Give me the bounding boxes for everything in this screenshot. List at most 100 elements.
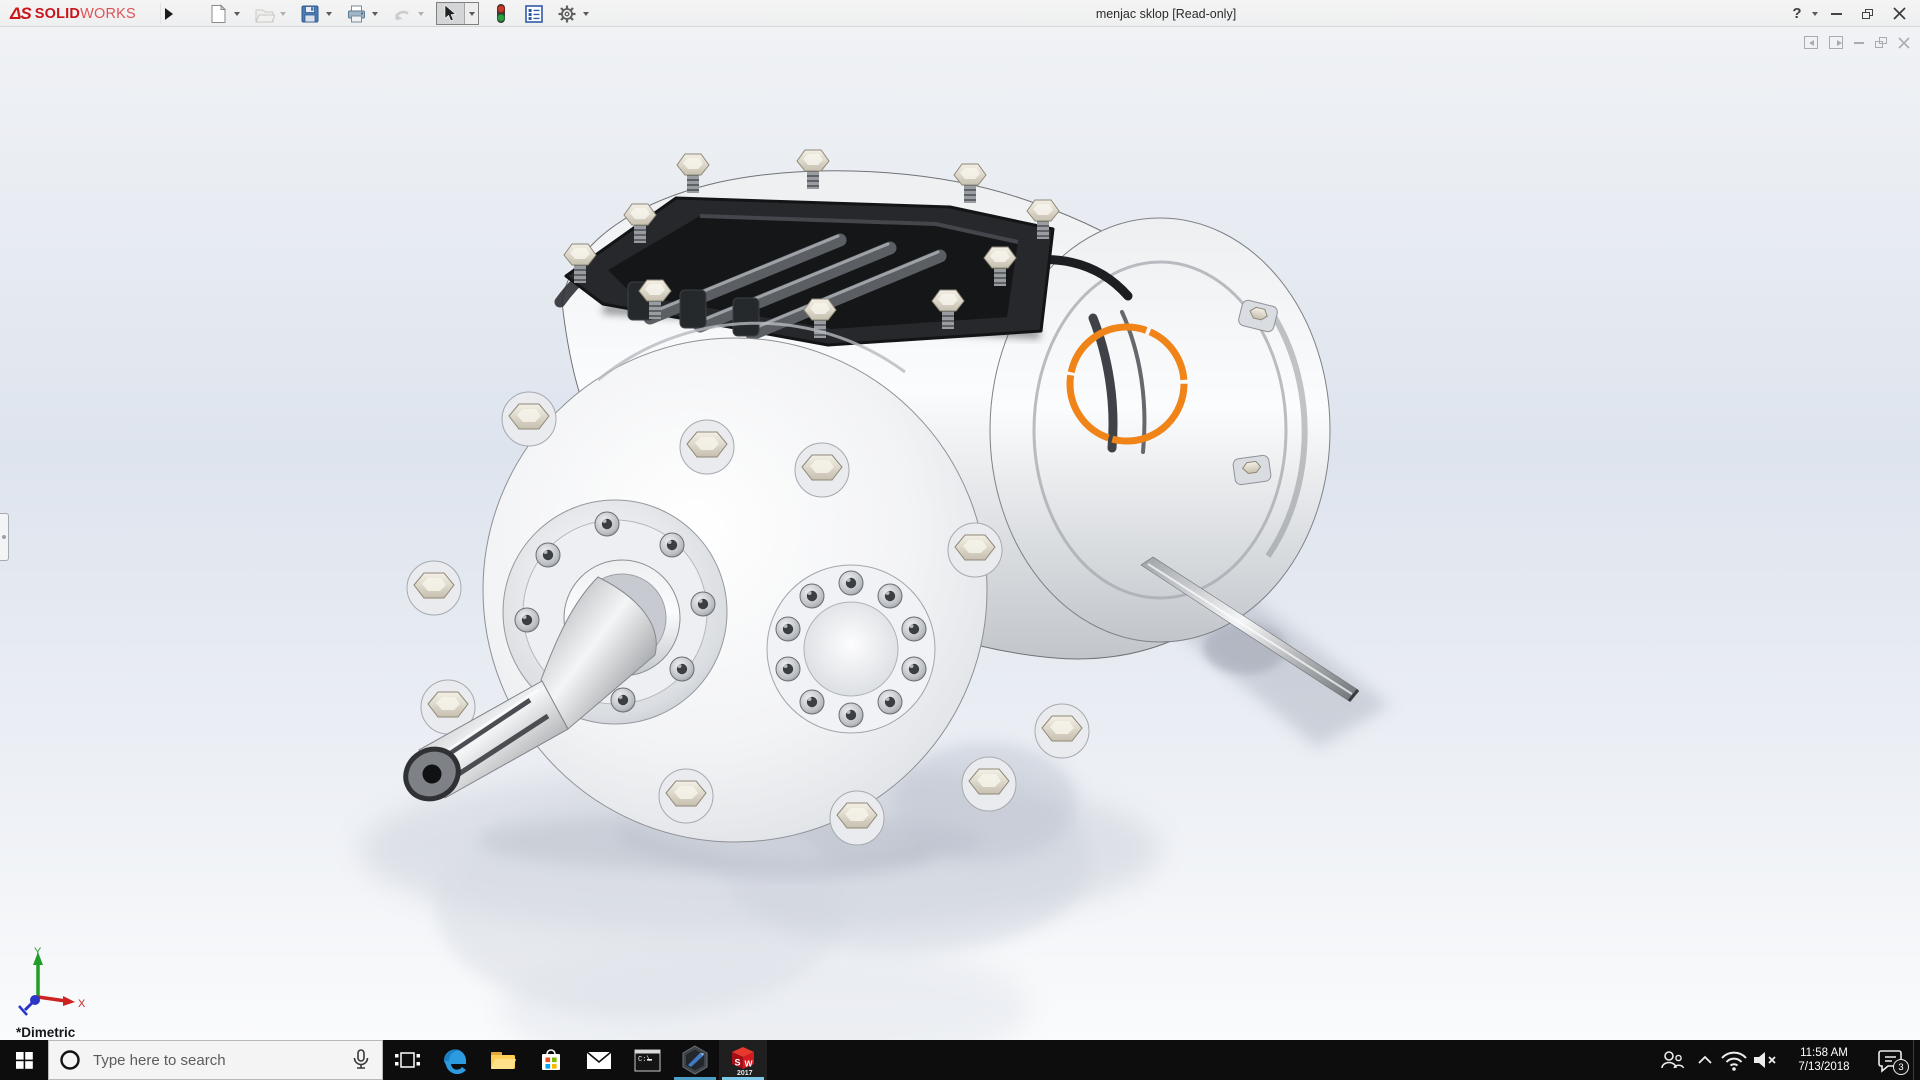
doc-close-button[interactable]	[1898, 36, 1910, 49]
file-properties-button[interactable]	[522, 3, 546, 25]
new-document-icon	[211, 3, 226, 23]
collapse-pane-right-button[interactable]	[1829, 36, 1843, 49]
undo-button[interactable]	[390, 3, 414, 25]
print-icon	[347, 5, 365, 22]
sw-letter-s: S	[735, 1058, 741, 1068]
close-button[interactable]	[1886, 3, 1912, 25]
doc-minimize-button[interactable]	[1854, 41, 1864, 44]
sw-year: 2017	[737, 1070, 753, 1076]
windows-logo-icon	[15, 1051, 33, 1069]
print-dropdown[interactable]	[368, 3, 381, 25]
minimize-icon	[1830, 12, 1842, 15]
quick-access-toolbar	[206, 2, 601, 25]
open-button[interactable]	[252, 3, 276, 25]
clock-date: 7/13/2018	[1798, 1061, 1850, 1073]
x-axis-label: X	[78, 998, 86, 1010]
doc-restore-button[interactable]	[1875, 37, 1887, 48]
panel-splitter-handle[interactable]	[0, 513, 9, 561]
toolbar-flyout-arrow[interactable]	[160, 3, 176, 24]
notification-badge: 3	[1893, 1059, 1909, 1075]
collapse-pane-left-button[interactable]	[1804, 36, 1818, 49]
wifi-icon	[1721, 1051, 1747, 1071]
system-tray: 11:58 AM 7/13/2018 3	[1653, 1040, 1920, 1080]
x-axis-arrow-icon	[63, 996, 75, 1006]
doc-close-icon	[1898, 36, 1910, 49]
options-dropdown[interactable]	[579, 3, 592, 25]
select-tool-dropdown[interactable]	[464, 3, 478, 24]
new-document-button[interactable]	[206, 3, 230, 25]
document-window-controls	[1804, 36, 1910, 49]
gear-icon	[558, 5, 576, 22]
hidden-icons-button[interactable]	[1691, 1040, 1719, 1080]
print-button[interactable]	[344, 3, 368, 25]
close-icon	[1892, 7, 1906, 20]
mail-button[interactable]	[575, 1040, 623, 1080]
rebuild-traffic-light-icon	[496, 4, 506, 23]
taskbar: Type here to search C:\ S W 2017 11:58 A…	[0, 1040, 1920, 1080]
network-button[interactable]	[1719, 1040, 1749, 1080]
restore-button[interactable]	[1854, 3, 1880, 25]
clock[interactable]: 11:58 AM 7/13/2018	[1781, 1040, 1867, 1080]
task-view-icon	[395, 1052, 420, 1068]
open-dropdown[interactable]	[276, 3, 289, 25]
taskbar-apps: C:\ S W 2017	[383, 1040, 767, 1080]
volume-button[interactable]	[1749, 1040, 1781, 1080]
solidworks-logo-mark: ΔS	[10, 3, 32, 23]
options-button[interactable]	[555, 3, 579, 25]
help-button[interactable]: ?	[1788, 3, 1806, 25]
restore-icon	[1861, 8, 1873, 19]
file-explorer-button[interactable]	[479, 1040, 527, 1080]
sw-letter-w: W	[745, 1059, 754, 1069]
task-view-button[interactable]	[383, 1040, 431, 1080]
taskbar-search-box[interactable]: Type here to search	[48, 1040, 383, 1080]
mail-icon	[586, 1051, 612, 1069]
select-tool-button[interactable]	[437, 3, 464, 24]
file-explorer-icon	[491, 1052, 516, 1069]
microsoft-edge-icon	[443, 1049, 466, 1075]
command-prompt-icon: C:\	[634, 1049, 660, 1071]
cortana-icon	[60, 1050, 80, 1070]
orientation-triad: Y X	[18, 946, 86, 1016]
people-icon	[1661, 1051, 1685, 1069]
file-properties-icon	[525, 4, 543, 23]
save-dropdown[interactable]	[322, 3, 335, 25]
hexagon-app-button[interactable]	[671, 1040, 719, 1080]
microsoft-edge-button[interactable]	[431, 1040, 479, 1080]
doc-restore-icon	[1875, 37, 1887, 48]
pane-left-arrow-icon	[1809, 39, 1814, 46]
save-button[interactable]	[298, 3, 322, 25]
solidworks-2017-button[interactable]: S W 2017	[719, 1040, 767, 1080]
show-desktop-button[interactable]	[1913, 1040, 1920, 1080]
volume-muted-icon	[1754, 1052, 1776, 1068]
doc-minimize-icon	[1854, 41, 1864, 44]
command-prompt-button[interactable]: C:\	[623, 1040, 671, 1080]
solidworks-2017-icon: S W 2017	[728, 1044, 758, 1077]
help-dropdown[interactable]	[1812, 3, 1818, 25]
action-center-button[interactable]: 3	[1867, 1040, 1913, 1080]
document-title: menjac sklop [Read-only]	[1095, 7, 1237, 21]
microsoft-store-button[interactable]	[527, 1040, 575, 1080]
graphics-area[interactable]: Y X *Dimetric	[0, 27, 1920, 1040]
view-orientation-label: *Dimetric	[16, 1025, 76, 1040]
brand-solid: SOLID	[34, 5, 81, 22]
brand-works: WORKS	[80, 5, 136, 22]
minimize-button[interactable]	[1824, 3, 1848, 25]
screen: ΔS SOLIDWORKS menjac sklop [Read-only] ?…	[0, 0, 1920, 1080]
microphone-icon[interactable]	[350, 1047, 372, 1073]
clock-time: 11:58 AM	[1800, 1047, 1848, 1059]
chevron-up-icon	[1698, 1055, 1712, 1064]
select-tool-group	[436, 2, 479, 25]
new-document-dropdown[interactable]	[230, 3, 243, 25]
y-axis-label: Y	[34, 946, 42, 958]
pane-right-arrow-icon	[1836, 39, 1842, 46]
solidworks-logo-text: SOLIDWORKS	[35, 6, 136, 22]
undo-dropdown[interactable]	[414, 3, 427, 25]
people-button[interactable]	[1653, 1040, 1691, 1080]
microsoft-store-icon	[542, 1049, 560, 1070]
solidworks-logo: ΔS SOLIDWORKS	[10, 0, 136, 27]
titlebar: ΔS SOLIDWORKS menjac sklop [Read-only] ?	[0, 0, 1920, 27]
open-folder-icon	[254, 9, 275, 22]
start-button[interactable]	[0, 1040, 48, 1080]
undo-arrow-icon	[394, 10, 409, 20]
rebuild-button[interactable]	[489, 3, 513, 25]
